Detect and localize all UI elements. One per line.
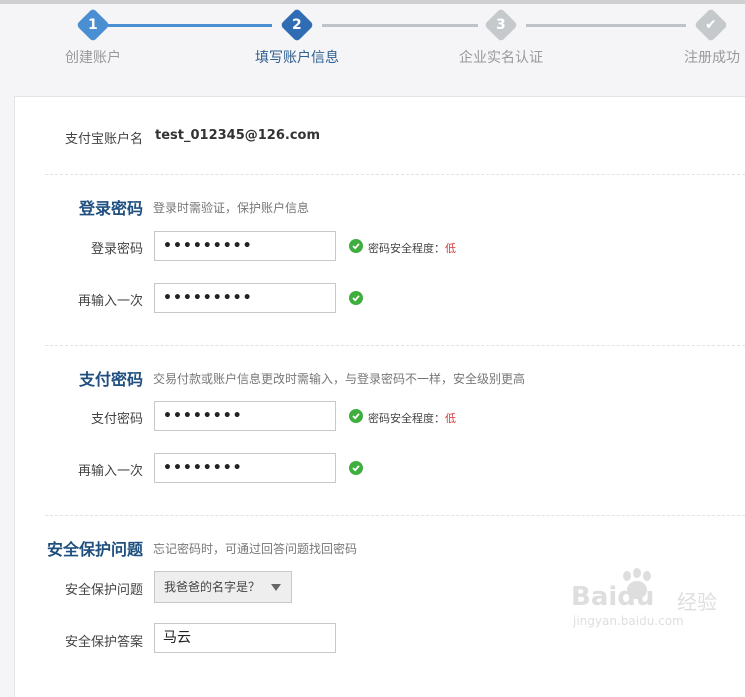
- divider: [45, 515, 745, 516]
- step-3-badge: 3: [484, 8, 518, 42]
- strength-prefix: 密码安全程度：: [368, 242, 445, 255]
- login-confirm-input[interactable]: •••••••••: [154, 283, 336, 313]
- baidu-jingyan-watermark: Baidu 经验 jingyan.baidu.com: [565, 568, 735, 638]
- pay-strength: 密码安全程度：低: [368, 410, 456, 426]
- check-icon: [349, 291, 363, 305]
- check-icon: ✔: [705, 16, 717, 33]
- pay-password-label: 支付密码: [90, 412, 143, 427]
- step-4-badge: ✔: [694, 8, 728, 42]
- step-2-label: 填写账户信息: [255, 50, 339, 66]
- strength-level: 低: [445, 412, 456, 425]
- step-connector-2: [322, 24, 478, 27]
- step-2-badge: 2: [280, 8, 314, 42]
- account-value: test_012345@126.com: [155, 128, 321, 143]
- security-question-label: 安全保护问题: [64, 583, 143, 598]
- check-icon: [349, 239, 363, 253]
- pay-confirm-input[interactable]: ••••••••: [154, 453, 336, 483]
- security-answer-label: 安全保护答案: [64, 635, 143, 650]
- watermark-cn: 经验: [677, 590, 717, 614]
- step-4-label: 注册成功: [684, 50, 740, 66]
- step-connector-3: [526, 24, 686, 27]
- step-1-label: 创建账户: [65, 50, 121, 66]
- divider: [45, 174, 745, 175]
- step-3-label: 企业实名认证: [459, 50, 543, 66]
- login-password-input[interactable]: •••••••••: [154, 231, 336, 261]
- security-section-desc: 忘记密码时，可通过回答问题找回密码: [153, 542, 358, 556]
- pay-section-title: 支付密码: [79, 370, 144, 389]
- step-2-number: 2: [292, 17, 302, 33]
- security-answer-input[interactable]: 马云: [154, 623, 336, 653]
- pay-password-input[interactable]: ••••••••: [154, 401, 336, 431]
- step-3-number: 3: [496, 17, 506, 33]
- login-password-label: 登录密码: [90, 242, 143, 257]
- step-1-number: 1: [88, 17, 98, 33]
- pay-confirm-label: 再输入一次: [77, 464, 143, 479]
- login-strength: 密码安全程度：低: [368, 240, 456, 256]
- account-label: 支付宝账户名: [64, 132, 143, 147]
- check-icon: [349, 461, 363, 475]
- divider: [45, 345, 745, 346]
- check-icon: [349, 409, 363, 423]
- strength-prefix: 密码安全程度：: [368, 412, 445, 425]
- login-section-desc: 登录时需验证，保护账户信息: [153, 201, 310, 215]
- security-section-title: 安全保护问题: [47, 540, 144, 559]
- watermark-brand: Baidu: [571, 582, 655, 612]
- caret-down-icon: [271, 584, 281, 591]
- step-connector-1: [108, 24, 272, 27]
- pay-section-desc: 交易付款或账户信息更改时需输入，与登录密码不一样，安全级别更高: [153, 372, 526, 386]
- progress-steps: 1 创建账户 2 填写账户信息 3 企业实名认证 ✔ 注册成功: [0, 4, 745, 86]
- strength-level: 低: [445, 242, 456, 255]
- step-1-badge: 1: [76, 8, 110, 42]
- watermark-url: jingyan.baidu.com: [573, 614, 684, 628]
- login-confirm-label: 再输入一次: [77, 294, 143, 309]
- security-question-select[interactable]: 我爸爸的名字是？: [154, 571, 292, 603]
- login-section-title: 登录密码: [79, 199, 144, 218]
- security-question-value: 我爸爸的名字是？: [164, 580, 261, 594]
